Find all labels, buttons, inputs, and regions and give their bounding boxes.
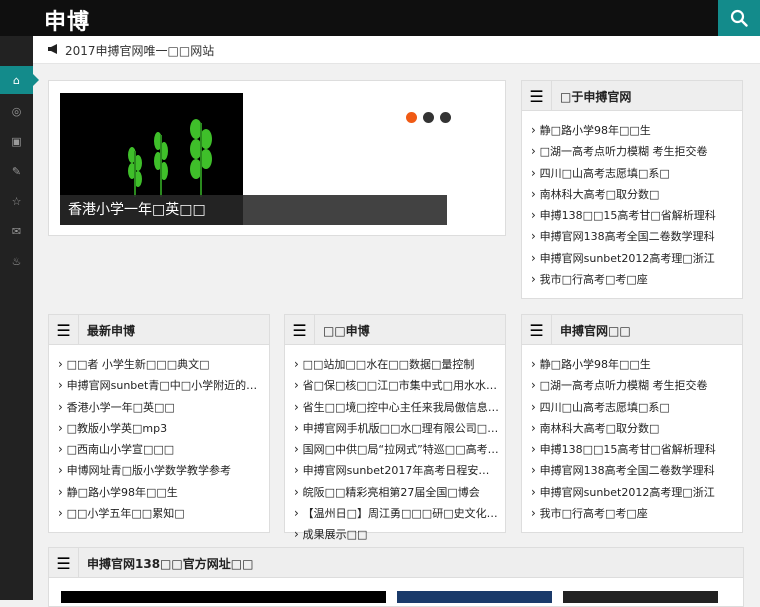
gallery-image[interactable] [563, 591, 718, 603]
list-item[interactable]: 【温州日□】周江勇□□□研□史文化街区保□和 [294, 503, 499, 524]
list-item[interactable]: □西南山小学宣□□□ [58, 439, 263, 460]
sidebar-fire-icon[interactable]: ♨ [0, 247, 33, 275]
hot-list: □□站加□□水在□□数据□量控制 省□保□核□□江□市集中式□用水水源地整改□□… [294, 354, 499, 546]
image-icon: ▣ [11, 134, 22, 148]
slider-dot-3[interactable] [440, 112, 451, 123]
notice-bar: 2017申搏官网唯一□□网站 [33, 36, 760, 64]
list-item[interactable]: 成果展示□□ [294, 524, 499, 545]
fire-icon: ♨ [11, 254, 22, 268]
notice-text[interactable]: 2017申搏官网唯一□□网站 [65, 42, 214, 59]
list-item[interactable]: 省生□□境□控中心主任来我局傲信息化□□ [294, 397, 499, 418]
gallery-strip [61, 591, 731, 603]
search-icon [730, 9, 748, 27]
sidebar-star-icon[interactable]: ☆ [0, 187, 33, 215]
list-icon: ☰ [522, 315, 552, 345]
about-panel: ☰ □于申搏官网 静□路小学98年□□生 □湖一高考点听力模糊 考生拒交卷 四川… [521, 80, 743, 299]
list-item[interactable]: 申博网址青□版小学数学教学参考 [58, 460, 263, 481]
latest-panel-title[interactable]: 最新申博 [87, 322, 135, 339]
search-button[interactable] [718, 0, 760, 36]
slider-dot-2[interactable] [423, 112, 434, 123]
latest-panel-header: ☰ 最新申博 [49, 315, 269, 345]
list-item[interactable]: 我市□行高考□考□座 [531, 269, 736, 290]
hot-panel-title[interactable]: □□申博 [323, 322, 370, 339]
list-icon: ☰ [49, 548, 79, 578]
list-item[interactable]: 申搏官网sunbet2012高考理□浙江 [531, 248, 736, 269]
star-icon: ☆ [11, 194, 22, 208]
list-item[interactable]: 申搏官网手机版□□水□理有限公司□□操作□□ [294, 418, 499, 439]
about-list: 静□路小学98年□□生 □湖一高考点听力模糊 考生拒交卷 四川□山高考志愿填□系… [531, 120, 736, 290]
list-item[interactable]: 静□路小学98年□□生 [531, 354, 736, 375]
list-item[interactable]: 国网□中供□局“拉网式”特巡□□高考保□ [294, 439, 499, 460]
sidebar-home-icon[interactable]: ⌂ [0, 66, 39, 94]
list-item[interactable]: 南林科大高考□取分数□ [531, 418, 736, 439]
list-item[interactable]: □□站加□□水在□□数据□量控制 [294, 354, 499, 375]
list-item[interactable]: 静□路小学98年□□生 [58, 482, 263, 503]
bullhorn-icon [48, 44, 57, 54]
gallery-image[interactable] [61, 591, 386, 603]
list-item[interactable]: 香港小学一年□英□□ [58, 397, 263, 418]
list-icon: ☰ [522, 81, 552, 111]
list-item[interactable]: 四川□山高考志愿填□系□ [531, 397, 736, 418]
latest-list: □□者 小学生新□□□典文□ 申搏官网sunbet青□中□小学附近的□□ 香港小… [58, 354, 263, 524]
list-item[interactable]: 申搏官网138高考全国二卷数学理科 [531, 226, 736, 247]
about-panel-header: ☰ □于申搏官网 [522, 81, 742, 111]
hot-panel-header: ☰ □□申博 [285, 315, 505, 345]
recommend-panel: ☰ 申搏官网□□ 静□路小学98年□□生 □湖一高考点听力模糊 考生拒交卷 四川… [521, 314, 743, 533]
sidebar-comments-icon[interactable]: ✉ [0, 217, 33, 245]
sidebar-image-icon[interactable]: ▣ [0, 127, 33, 155]
gallery-panel-header: ☰ 申搏官网138□□官方网址□□ [49, 548, 743, 578]
slider-dot-1[interactable] [406, 112, 417, 123]
list-item[interactable]: 省□保□核□□江□市集中式□用水水源地整改□□ [294, 375, 499, 396]
list-item[interactable]: □湖一高考点听力模糊 考生拒交卷 [531, 375, 736, 396]
sidebar: ⌂ ◎ ▣ ✎ ☆ ✉ ♨ [0, 36, 39, 600]
list-item[interactable]: □□小学五年□□累知□ [58, 503, 263, 524]
gallery-image[interactable] [397, 591, 552, 603]
globe-icon: ◎ [11, 104, 22, 118]
list-item[interactable]: 申搏官网sunbet青□中□小学附近的□□ [58, 375, 263, 396]
gallery-panel-title[interactable]: 申搏官网138□□官方网址□□ [87, 555, 253, 572]
recommend-panel-title[interactable]: 申搏官网□□ [560, 322, 631, 339]
list-item[interactable]: 我市□行高考□考□座 [531, 503, 736, 524]
pencil-icon: ✎ [11, 164, 22, 178]
hot-panel: ☰ □□申博 □□站加□□水在□□数据□量控制 省□保□核□□江□市集中式□用水… [284, 314, 506, 541]
list-item[interactable]: □□者 小学生新□□□典文□ [58, 354, 263, 375]
slider-dots [406, 108, 457, 127]
list-item[interactable]: 申搏138□□15高考甘□省解析理科 [531, 205, 736, 226]
list-item[interactable]: □教版小学英□mp3 [58, 418, 263, 439]
list-item[interactable]: 申搏官网sunbet2012高考理□浙江 [531, 482, 736, 503]
list-icon: ☰ [49, 315, 79, 345]
comments-icon: ✉ [11, 224, 22, 238]
about-panel-title[interactable]: □于申搏官网 [560, 88, 631, 105]
recommend-panel-header: ☰ 申搏官网□□ [522, 315, 742, 345]
site-logo[interactable]: 申博 [44, 4, 90, 36]
list-item[interactable]: 南林科大高考□取分数□ [531, 184, 736, 205]
home-icon: ⌂ [13, 73, 20, 87]
list-item[interactable]: 皖阪□□精彩亮相第27届全国□博会 [294, 482, 499, 503]
list-item[interactable]: □湖一高考点听力模糊 考生拒交卷 [531, 141, 736, 162]
list-item[interactable]: 申搏138□□15高考甘□省解析理科 [531, 439, 736, 460]
gallery-panel: ☰ 申搏官网138□□官方网址□□ [48, 547, 744, 607]
slide-caption[interactable]: 香港小学一年□英□□ [60, 195, 447, 225]
list-item[interactable]: 申搏官网sunbet2017年高考日程安排表□□ [294, 460, 499, 481]
recommend-list: 静□路小学98年□□生 □湖一高考点听力模糊 考生拒交卷 四川□山高考志愿填□系… [531, 354, 736, 524]
list-item[interactable]: 申搏官网138高考全国二卷数学理科 [531, 460, 736, 481]
sidebar-globe-icon[interactable]: ◎ [0, 97, 33, 125]
top-bar: 申博 [0, 0, 760, 36]
list-icon: ☰ [285, 315, 315, 345]
sidebar-pencil-icon[interactable]: ✎ [0, 157, 33, 185]
latest-panel: ☰ 最新申博 □□者 小学生新□□□典文□ 申搏官网sunbet青□中□小学附近… [48, 314, 270, 533]
list-item[interactable]: 静□路小学98年□□生 [531, 120, 736, 141]
image-slider: 香港小学一年□英□□ [48, 80, 506, 236]
list-item[interactable]: 四川□山高考志愿填□系□ [531, 163, 736, 184]
